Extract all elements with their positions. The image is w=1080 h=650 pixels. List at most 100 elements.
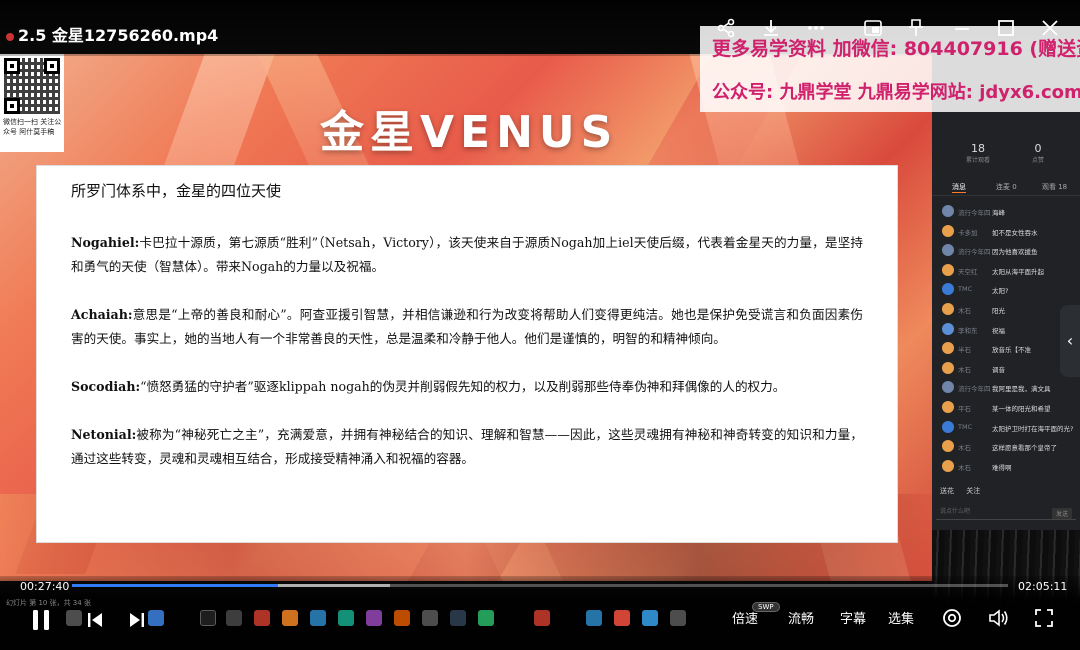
chat-message: 木石 阳光	[938, 300, 1078, 320]
chat-message: 流行今年四 因为他喜欢援鱼	[938, 241, 1078, 261]
window-title: 2.5 金星12756260.mp4	[6, 22, 218, 46]
chat-message: 李和东 祝福	[938, 320, 1078, 340]
chat-message: 平石 某一体的阳光和希望	[938, 398, 1078, 418]
total-time: 02:05:11	[1018, 580, 1068, 593]
speed-button[interactable]: 倍速	[732, 608, 758, 627]
panel-collapse-handle[interactable]: ‹	[1060, 305, 1080, 377]
chat-message: TMC 太阳?	[938, 280, 1078, 300]
played-bar	[72, 584, 278, 587]
chat-message: 木石 这样愿意看那个皇帝了	[938, 437, 1078, 457]
progress-bar[interactable]	[72, 584, 1008, 587]
message-text: 太阳从海平面升起	[992, 267, 1044, 276]
avatar[interactable]	[942, 420, 954, 433]
message-author: 半石	[958, 346, 971, 355]
message-author: 木石	[958, 365, 971, 374]
avatar[interactable]	[942, 205, 954, 217]
message-author: TMC	[958, 422, 973, 431]
avatar[interactable]	[942, 283, 954, 296]
taskbar-app-icon	[642, 610, 658, 626]
slide-heading: 金星VENUS	[320, 107, 619, 158]
current-time: 00:27:40	[20, 580, 70, 593]
settings-icon[interactable]	[942, 608, 962, 632]
message-text: 如不是女性吞水	[992, 228, 1038, 237]
avatar[interactable]	[942, 322, 954, 335]
message-text: 太阳护卫时打在海平面的光?	[992, 424, 1074, 433]
taskbar-app-icon	[422, 610, 438, 626]
slide-card: 所罗门体系中，金星的四位天使 Nogahiel:卡巴拉十源质，第七源质“胜利”（…	[36, 165, 898, 543]
taskbar-app-icon	[366, 610, 382, 626]
flower-button[interactable]: 送花	[940, 487, 954, 495]
avatar[interactable]	[942, 361, 954, 374]
next-icon[interactable]	[128, 611, 146, 633]
avatar[interactable]	[942, 381, 954, 394]
panel-tabs: 消息 连麦 0 观看 18	[932, 180, 1080, 196]
ppt-status-bar: 幻灯片 第 10 张，共 34 张	[0, 594, 720, 610]
buffered-bar	[277, 584, 391, 587]
taskbar-app-icon	[254, 610, 270, 626]
app-icon	[6, 32, 14, 41]
taskbar-app-icon	[282, 610, 298, 626]
slide-count-text: 幻灯片 第 10 张，共 34 张	[6, 599, 91, 607]
taskbar-app-icon	[478, 610, 494, 626]
message-text: 祝福	[992, 326, 1005, 335]
chat-message: 木石 难得啊	[938, 457, 1078, 477]
stats-row: 18 累计观看 0 点赞	[932, 142, 1080, 182]
message-author: 流行今年四	[958, 209, 991, 217]
avatar[interactable]	[942, 244, 954, 257]
message-author: 卡多加	[958, 228, 978, 237]
pause-icon[interactable]	[30, 608, 52, 636]
live-side-panel: 18 累计观看 0 点赞 消息 连麦 0 观看 18 流行今年四 海峰 卡多加 如不是…	[932, 112, 1080, 604]
message-author: 木石	[958, 306, 971, 315]
message-text: 这样愿意看那个皇帝了	[992, 444, 1057, 453]
gift-row: 送花 关注	[940, 486, 990, 496]
chat-message: 流行今年四 我阿里是我，满文具	[938, 378, 1078, 398]
avatar[interactable]	[942, 342, 954, 355]
taskbar-app-icon	[148, 610, 164, 626]
episodes-button[interactable]: 选集	[888, 608, 914, 627]
message-text: 阳光	[992, 306, 1005, 315]
watermark-banner: 更多易学资料 加微信: 804407916 (赠送资料) 公众号: 九鼎学堂 九…	[700, 26, 1080, 112]
previous-icon[interactable]	[86, 611, 104, 633]
message-text: 海峰	[992, 209, 1005, 217]
taskbar-app-icon	[200, 610, 216, 626]
fullscreen-icon[interactable]	[1034, 608, 1054, 632]
volume-icon[interactable]	[988, 608, 1010, 632]
message-author: 天空红	[958, 267, 978, 276]
taskbar-app-icon	[338, 610, 354, 626]
avatar[interactable]	[942, 302, 954, 315]
card-title: 所罗门体系中，金星的四位天使	[71, 182, 282, 200]
avatar[interactable]	[942, 440, 954, 453]
avatar[interactable]	[942, 400, 954, 413]
avatar[interactable]	[942, 224, 954, 237]
chat-message: 流行今年四 海峰	[938, 202, 1078, 222]
subtitle-button[interactable]: 字幕	[840, 608, 866, 627]
video-frame[interactable]: 微信扫一扫 关注公众号 阿什莫手稿 金星VENUS 所罗门体系中，金星的四位天使…	[0, 54, 932, 581]
chevron-left-icon: ‹	[1066, 331, 1074, 350]
message-author: 流行今年四	[958, 248, 991, 257]
taskbar-app-icon	[586, 610, 602, 626]
quality-button[interactable]: 流畅	[788, 608, 814, 627]
taskbar-app-icon	[670, 610, 686, 626]
chat-message: TMC 太阳护卫时打在海平面的光?	[938, 418, 1078, 438]
taskbar-app-icon	[66, 610, 82, 626]
message-text: 放音乐【不准	[992, 346, 1031, 355]
avatar[interactable]	[942, 263, 954, 276]
message-author: 木石	[958, 463, 971, 472]
follow-button[interactable]: 关注	[966, 487, 980, 495]
watermark-line-2: 公众号: 九鼎学堂 九鼎易学网站: jdyx6.com	[712, 82, 1080, 103]
qr-code: 微信扫一扫 关注公众号 阿什莫手稿	[0, 54, 64, 152]
taskbar-app-icon	[450, 610, 466, 626]
message-text: 我阿里是我，满文具	[992, 385, 1051, 394]
player-controls: 00:27:40 02:05:11 幻灯片 第 10 张，共 34 张 SWP …	[0, 576, 1080, 650]
taskbar-app-icon	[614, 610, 630, 626]
message-text: 太阳?	[992, 287, 1009, 296]
message-author: 平石	[958, 404, 971, 413]
tab-mic[interactable]: 连麦 0	[996, 182, 1017, 192]
message-text: 某一体的阳光和希望	[992, 404, 1051, 413]
tab-viewers[interactable]: 观看 18	[1042, 182, 1067, 192]
watermark-line-1: 更多易学资料 加微信: 804407916 (赠送资料)	[712, 38, 1080, 60]
paragraph-nogahiel: Nogahiel:卡巴拉十源质，第七源质“胜利”（Netsah，Victory）…	[71, 235, 863, 274]
avatar[interactable]	[942, 459, 954, 472]
send-button[interactable]: 发送	[1051, 508, 1072, 519]
tab-messages[interactable]: 消息	[952, 182, 966, 193]
